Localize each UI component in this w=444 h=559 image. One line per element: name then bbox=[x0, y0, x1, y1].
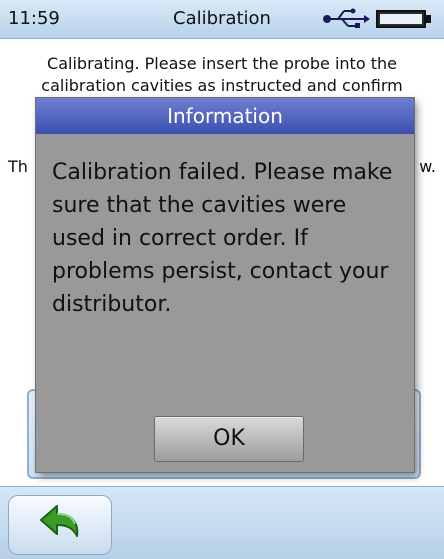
back-button[interactable] bbox=[8, 495, 112, 555]
status-bar: 11:59 Calibration bbox=[0, 0, 444, 39]
dialog-title: Information bbox=[36, 98, 414, 134]
usb-icon bbox=[322, 8, 370, 30]
instructions-text: Calibrating. Please insert the probe int… bbox=[10, 53, 434, 97]
back-arrow-icon bbox=[40, 505, 79, 537]
dialog-message: Calibration failed. Please make sure tha… bbox=[52, 160, 393, 317]
instruction-partial-left: Th bbox=[8, 157, 28, 176]
bottom-toolbar bbox=[0, 486, 444, 559]
information-dialog: Information Calibration failed. Please m… bbox=[36, 98, 414, 472]
instruction-partial-right: w. bbox=[419, 157, 436, 176]
battery-icon bbox=[376, 10, 432, 28]
ok-button[interactable]: OK bbox=[154, 416, 304, 462]
instruction-line-1: Calibrating. Please insert the probe int… bbox=[47, 54, 397, 73]
instruction-line-2: calibration cavities as instructed and c… bbox=[41, 76, 403, 95]
